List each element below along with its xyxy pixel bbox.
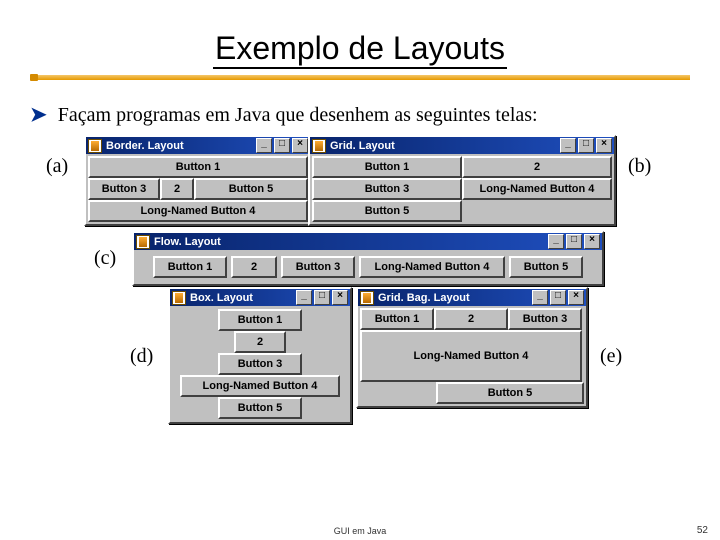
close-button[interactable]: ×: [596, 138, 612, 153]
close-button[interactable]: ×: [584, 234, 600, 249]
flow-button-1[interactable]: Button 1: [153, 256, 227, 278]
titlebar[interactable]: Border. Layout _ □ ×: [86, 137, 310, 154]
gridbag-button-2[interactable]: 2: [434, 308, 508, 330]
window-title: Border. Layout: [106, 140, 256, 152]
screens-canvas: (a) (b) (c) (d) (e) Border. Layout _ □ ×…: [30, 135, 690, 515]
minimize-button[interactable]: _: [532, 290, 548, 305]
maximize-button[interactable]: □: [550, 290, 566, 305]
grid-cell-r2c1[interactable]: Button 3: [312, 178, 462, 200]
slide-title: Exemplo de Layouts: [213, 30, 507, 69]
java-cup-icon: [360, 291, 374, 305]
titlebar[interactable]: Grid. Bag. Layout _ □ ×: [358, 289, 586, 306]
window-flow-layout: Flow. Layout _ □ × Button 1 2 Button 3 L…: [132, 231, 604, 286]
java-cup-icon: [312, 139, 326, 153]
java-cup-icon: [88, 139, 102, 153]
window-grid-bag-layout: Grid. Bag. Layout _ □ × Button 1 2 Butto…: [356, 287, 588, 408]
box-button-3[interactable]: Button 3: [218, 353, 302, 375]
callout-a: (a): [46, 155, 68, 178]
callout-e: (e): [600, 345, 622, 368]
window-title: Flow. Layout: [154, 236, 548, 248]
maximize-button[interactable]: □: [274, 138, 290, 153]
close-button[interactable]: ×: [568, 290, 584, 305]
window-box-layout: Box. Layout _ □ × Button 1 2 Button 3 Lo…: [168, 287, 352, 424]
window-title: Grid. Bag. Layout: [378, 292, 532, 304]
flow-button-4[interactable]: Long-Named Button 4: [359, 256, 505, 278]
maximize-button[interactable]: □: [578, 138, 594, 153]
window-title: Grid. Layout: [330, 140, 560, 152]
grid-cell-r2c2[interactable]: Long-Named Button 4: [462, 178, 612, 200]
window-title: Box. Layout: [190, 292, 296, 304]
grid-cell-r3c1[interactable]: Button 5: [312, 200, 462, 222]
titlebar[interactable]: Grid. Layout _ □ ×: [310, 137, 614, 154]
maximize-button[interactable]: □: [566, 234, 582, 249]
maximize-button[interactable]: □: [314, 290, 330, 305]
gridbag-button-5[interactable]: Button 5: [436, 382, 584, 404]
gridbag-button-3[interactable]: Button 3: [508, 308, 582, 330]
button-south[interactable]: Long-Named Button 4: [88, 200, 308, 222]
bullet-arrow-icon: ➤: [30, 104, 47, 126]
java-cup-icon: [136, 235, 150, 249]
window-border-layout: Border. Layout _ □ × Button 1 Button 3 2…: [84, 135, 312, 226]
flow-button-3[interactable]: Button 3: [281, 256, 355, 278]
minimize-button[interactable]: _: [548, 234, 564, 249]
footer-text: GUI em Java: [334, 526, 387, 536]
titlebar[interactable]: Box. Layout _ □ ×: [170, 289, 350, 306]
button-east[interactable]: Button 5: [194, 178, 308, 200]
minimize-button[interactable]: _: [560, 138, 576, 153]
title-underline: [30, 75, 690, 80]
grid-cell-r1c2[interactable]: 2: [462, 156, 612, 178]
flow-button-2[interactable]: 2: [231, 256, 277, 278]
button-west[interactable]: Button 3: [88, 178, 160, 200]
gridbag-button-4[interactable]: Long-Named Button 4: [360, 330, 582, 382]
window-grid-layout: Grid. Layout _ □ × Button 1 2 Button 3 L…: [308, 135, 616, 226]
callout-d: (d): [130, 345, 153, 368]
titlebar[interactable]: Flow. Layout _ □ ×: [134, 233, 602, 250]
box-button-2[interactable]: 2: [234, 331, 286, 353]
button-center[interactable]: 2: [160, 178, 194, 200]
gridbag-button-1[interactable]: Button 1: [360, 308, 434, 330]
page-number: 52: [697, 525, 708, 536]
callout-c: (c): [94, 247, 116, 270]
minimize-button[interactable]: _: [256, 138, 272, 153]
close-button[interactable]: ×: [292, 138, 308, 153]
intro-line: ➤ Façam programas em Java que desenhem a…: [30, 102, 690, 127]
minimize-button[interactable]: _: [296, 290, 312, 305]
close-button[interactable]: ×: [332, 290, 348, 305]
box-button-1[interactable]: Button 1: [218, 309, 302, 331]
box-button-5[interactable]: Button 5: [218, 397, 302, 419]
box-button-4[interactable]: Long-Named Button 4: [180, 375, 340, 397]
java-cup-icon: [172, 291, 186, 305]
callout-b: (b): [628, 155, 651, 178]
button-north[interactable]: Button 1: [88, 156, 308, 178]
intro-text: Façam programas em Java que desenhem as …: [58, 104, 538, 126]
grid-cell-r1c1[interactable]: Button 1: [312, 156, 462, 178]
flow-button-5[interactable]: Button 5: [509, 256, 583, 278]
